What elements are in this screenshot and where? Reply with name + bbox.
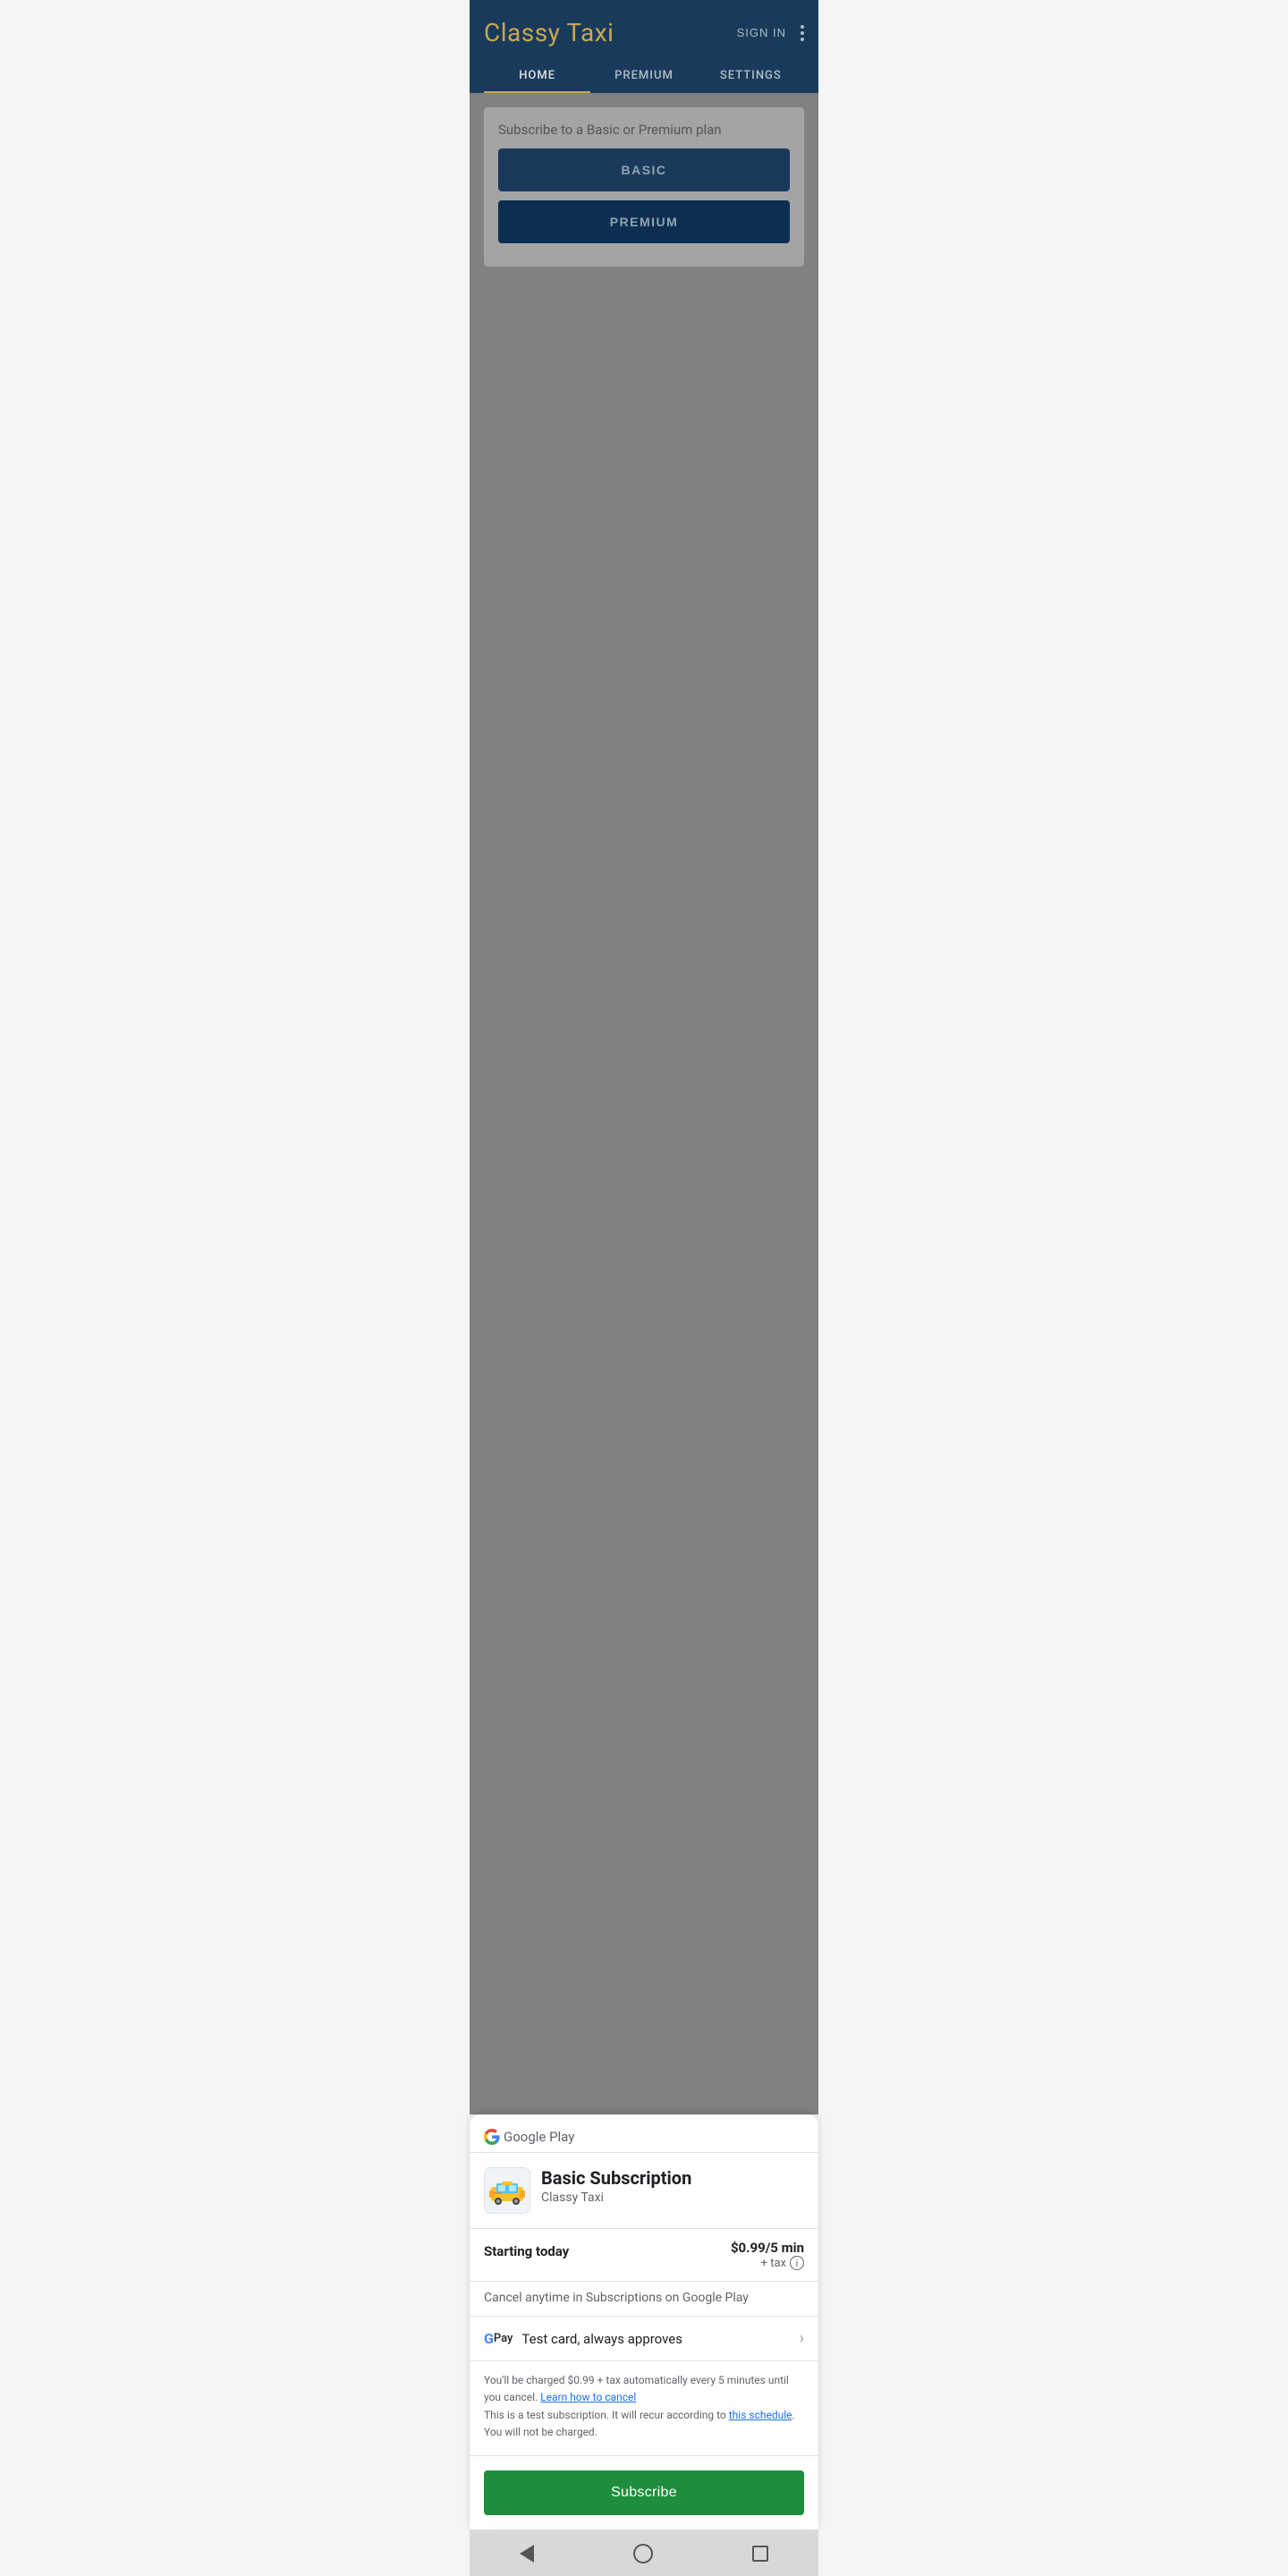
google-g-icon — [484, 2129, 500, 2145]
google-play-sheet: Google Play Basic Subscription C — [470, 2114, 818, 2529]
basic-plan-button[interactable]: BASIC — [498, 148, 790, 191]
cancel-note: Cancel anytime in Subscriptions on Googl… — [470, 2282, 818, 2317]
price-main: $0.99/5 min — [731, 2240, 804, 2256]
back-button[interactable] — [513, 2541, 541, 2566]
app-title: Classy Taxi — [484, 18, 614, 47]
subscribe-section: Subscribe — [470, 2456, 818, 2529]
app-content: Subscribe to a Basic or Premium plan BAS… — [470, 93, 818, 2114]
disclaimer: You'll be charged $0.99 + tax automatica… — [470, 2361, 818, 2456]
more-vertical-icon[interactable] — [801, 25, 804, 41]
subscription-app-name: Classy Taxi — [541, 2190, 804, 2205]
taxi-icon-svg — [489, 2176, 525, 2205]
subscription-title: Basic Subscription — [541, 2167, 804, 2189]
google-play-logo: Google Play — [484, 2129, 804, 2145]
subscription-details: Basic Subscription Classy Taxi — [541, 2167, 804, 2205]
tab-settings[interactable]: SETTINGS — [698, 58, 804, 93]
subscription-info: Basic Subscription Classy Taxi — [470, 2153, 818, 2229]
tax-info-icon[interactable]: i — [790, 2256, 804, 2270]
starting-today-label: Starting today — [484, 2243, 569, 2259]
google-play-header: Google Play — [470, 2114, 818, 2153]
price-tax: + tax i — [731, 2256, 804, 2270]
subscription-card: Subscribe to a Basic or Premium plan BAS… — [484, 107, 804, 267]
payment-method-text: Test card, always approves — [521, 2331, 682, 2347]
schedule-link[interactable]: this schedule — [729, 2409, 792, 2421]
tab-premium[interactable]: PREMIUM — [590, 58, 697, 93]
nav-tabs: HOME PREMIUM SETTINGS — [484, 58, 804, 93]
app-header: Classy Taxi SIGN IN HOME PREMIUM SETTING… — [470, 0, 818, 93]
price-area: $0.99/5 min + tax i — [731, 2240, 804, 2270]
payment-left: GPay Test card, always approves — [484, 2330, 682, 2347]
pricing-row: Starting today $0.99/5 min + tax i — [470, 2229, 818, 2282]
header-top: Classy Taxi SIGN IN — [484, 18, 804, 58]
subscribe-button[interactable]: Subscribe — [484, 2470, 804, 2515]
test-sub-text: This is a test subscription. It will rec… — [484, 2409, 729, 2421]
app-icon — [484, 2167, 530, 2214]
learn-cancel-link[interactable]: Learn how to cancel — [540, 2391, 636, 2403]
recents-button[interactable] — [745, 2542, 775, 2565]
android-nav-bar — [470, 2529, 818, 2576]
subscribe-prompt: Subscribe to a Basic or Premium plan — [498, 122, 790, 138]
chevron-right-icon: › — [800, 2329, 804, 2348]
google-play-label: Google Play — [504, 2129, 574, 2145]
sign-in-button[interactable]: SIGN IN — [737, 26, 786, 39]
recents-icon — [752, 2546, 768, 2562]
home-button[interactable] — [626, 2540, 660, 2567]
header-actions: SIGN IN — [737, 25, 804, 41]
gpay-logo: GPay — [484, 2330, 513, 2347]
back-icon — [520, 2545, 534, 2563]
home-icon — [633, 2544, 653, 2563]
charge-disclaimer-text: You'll be charged $0.99 + tax automatica… — [484, 2374, 789, 2403]
premium-plan-button[interactable]: PREMIUM — [498, 200, 790, 243]
payment-row[interactable]: GPay Test card, always approves › — [470, 2317, 818, 2361]
tab-home[interactable]: HOME — [484, 58, 590, 93]
